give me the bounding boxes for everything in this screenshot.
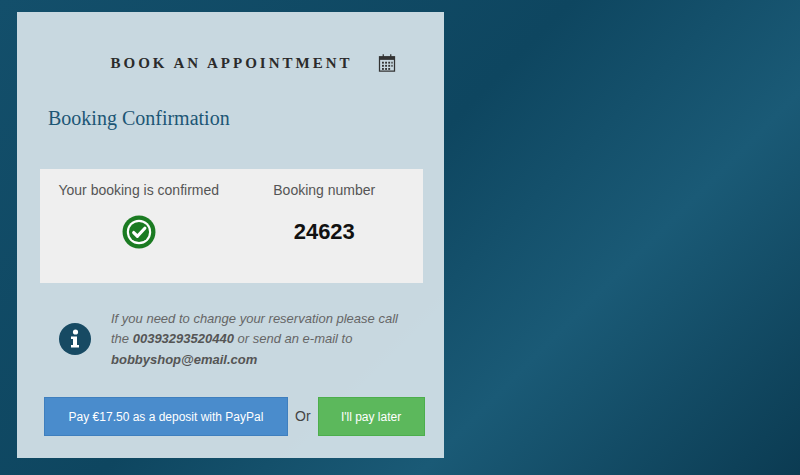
background-photo: BOOK AN APPOINTMENT Booking Confirmation Y… bbox=[0, 0, 800, 475]
summary-label: Your booking is confirmed bbox=[46, 181, 232, 199]
booking-panel: BOOK AN APPOINTMENT Booking Confirmation Y… bbox=[17, 12, 444, 458]
info-part: or send an e-mail to bbox=[234, 331, 353, 346]
info-icon bbox=[59, 323, 91, 355]
info-contact: bobbyshop@email.com bbox=[111, 352, 257, 367]
payment-actions: Pay €17.50 as a deposit with PayPalOrI'l… bbox=[40, 397, 423, 436]
info-note: If you need to change your reservation p… bbox=[40, 309, 423, 371]
info-contact: 00393293520440 bbox=[133, 331, 234, 346]
summary-label: Booking number bbox=[232, 181, 418, 199]
paypal-deposit-button[interactable]: Pay €17.50 as a deposit with PayPal bbox=[44, 397, 288, 436]
panel-header: BOOK AN APPOINTMENT bbox=[40, 52, 423, 75]
check-icon bbox=[122, 215, 156, 249]
summary-item: Your booking is confirmed bbox=[46, 181, 232, 269]
confirmation-heading: Booking Confirmation bbox=[48, 105, 423, 131]
or-separator: Or bbox=[293, 406, 313, 427]
calendar-icon[interactable] bbox=[377, 53, 397, 73]
panel-title: BOOK AN APPOINTMENT bbox=[110, 52, 352, 75]
summary-item: Booking number 24623 bbox=[232, 181, 418, 269]
pay-later-button[interactable]: I'll pay later bbox=[318, 397, 425, 436]
summary-box: Your booking is confirmedBooking number 2… bbox=[40, 169, 423, 283]
info-text: If you need to change your reservation p… bbox=[111, 309, 403, 371]
booking-number: 24623 bbox=[232, 219, 418, 245]
